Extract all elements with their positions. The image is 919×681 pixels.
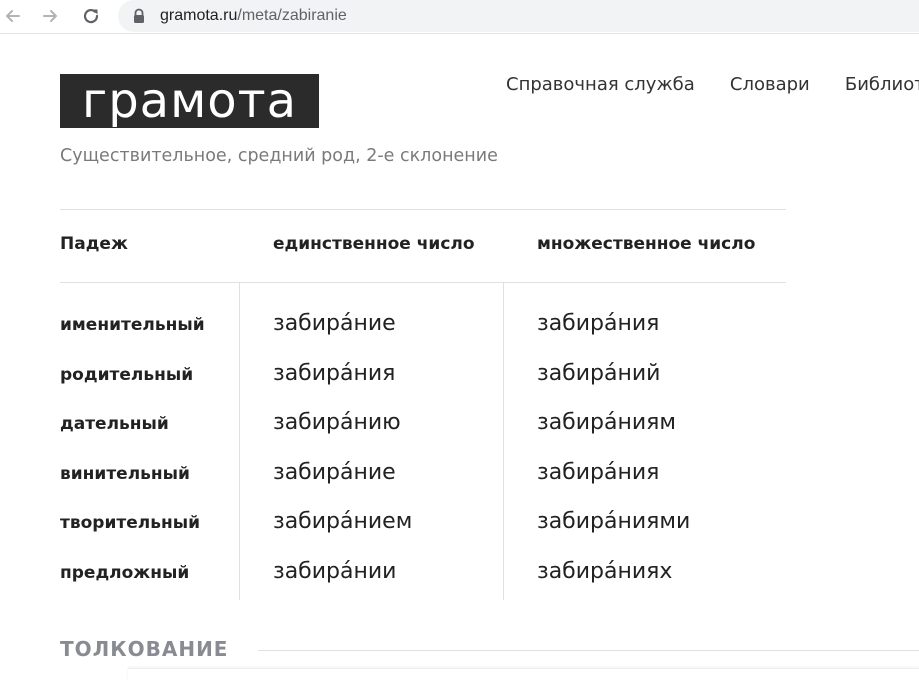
plural-form: забира́ния [537,460,660,485]
case-name: винительный [60,464,190,484]
forward-button[interactable] [37,3,63,29]
browser-toolbar: gramota.ru/meta/zabiranie [0,0,919,34]
nav-link-library[interactable]: Библиот [845,73,919,97]
arrow-left-icon [6,10,20,22]
table-header-divider [60,282,786,283]
url-path: /meta/zabiranie [237,7,347,24]
content-card-edge [128,668,919,681]
singular-form: забира́ния [273,361,396,386]
table-row-prepositional: предложный забира́нии забира́ниях [60,555,786,595]
case-name: именительный [60,315,205,335]
table-row-accusative: винительный забира́ние забира́ния [60,456,786,496]
address-bar[interactable]: gramota.ru/meta/zabiranie [118,0,919,32]
word-grammar-subtitle: Существительное, средний род, 2-е склоне… [60,146,498,166]
plural-form: забира́ний [537,361,661,386]
back-button[interactable] [0,3,26,29]
reload-button[interactable] [78,3,104,29]
table-row-dative: дательный забира́нию забира́ниям [60,406,786,446]
header-plural: множественное число [537,234,756,254]
singular-form: забира́ние [273,311,396,336]
declension-table: Падеж единственное число множественное ч… [60,209,786,601]
table-row-instrumental: творительный забира́нием забира́ниями [60,505,786,545]
section-divider [258,650,919,651]
url-domain: gramota.ru [160,7,238,24]
plural-form: забира́ния [537,311,660,336]
plural-form: забира́ниям [537,410,677,435]
header-case: Падеж [60,234,128,254]
table-top-divider [60,209,786,210]
singular-form: забира́ние [273,460,396,485]
nav-link-help-service[interactable]: Справочная служба [506,73,695,97]
site-logo[interactable]: грамота [60,74,319,128]
singular-form: забира́нием [273,509,413,534]
nav-link-dictionaries[interactable]: Словари [730,73,810,97]
singular-form: забира́нии [273,559,397,584]
reload-icon [83,9,99,24]
header-singular: единственное число [273,234,475,254]
case-name: дательный [60,414,169,434]
lock-icon [134,8,144,23]
arrow-right-icon [43,10,57,22]
section-heading-interpretation: ТОЛКОВАНИЕ [60,637,229,661]
url-text[interactable]: gramota.ru/meta/zabiranie [160,7,347,25]
case-name: родительный [60,365,194,385]
singular-form: забира́нию [273,410,401,435]
table-row-nominative: именительный забира́ние забира́ния [60,307,786,347]
case-name: предложный [60,563,190,583]
case-name: творительный [60,513,200,533]
plural-form: забира́ниями [537,509,691,534]
table-row-genitive: родительный забира́ния забира́ний [60,357,786,397]
plural-form: забира́ниях [537,559,673,584]
top-navigation: Справочная служба Словари Библиот [506,73,919,97]
